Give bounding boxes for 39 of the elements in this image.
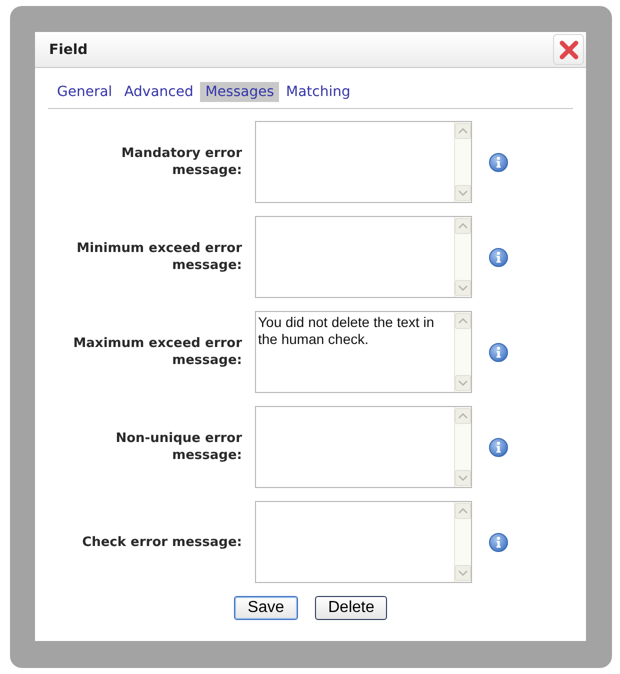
save-button[interactable]: Save (234, 596, 298, 620)
message-field[interactable] (255, 121, 472, 203)
scroll-down-icon[interactable] (455, 565, 471, 581)
scroll-down-icon[interactable] (455, 280, 471, 296)
info-icon[interactable] (489, 152, 508, 172)
info-icon[interactable] (489, 532, 508, 552)
close-icon (558, 40, 578, 60)
tab[interactable]: Advanced (119, 82, 198, 102)
close-button[interactable] (553, 34, 584, 65)
field-label: Mandatory error message: (120, 145, 242, 179)
tab[interactable]: Matching (281, 82, 356, 102)
message-field[interactable]: You did not delete the text in the human check. (255, 311, 472, 393)
scrollbar[interactable] (454, 407, 471, 487)
message-field[interactable] (255, 406, 472, 488)
scroll-up-icon[interactable] (455, 123, 471, 139)
message-field[interactable] (255, 501, 472, 583)
tab[interactable]: General (52, 82, 118, 102)
scroll-up-icon[interactable] (455, 408, 471, 424)
scroll-up-icon[interactable] (455, 503, 471, 519)
scroll-up-icon[interactable] (455, 218, 471, 234)
scrollbar[interactable] (454, 217, 471, 297)
field-label: Non-unique error message: (114, 430, 242, 464)
message-field[interactable] (255, 216, 472, 298)
info-icon[interactable] (489, 438, 508, 456)
tab[interactable]: Messages (200, 82, 279, 102)
field-label: Check error message: (81, 534, 242, 550)
field-label: Maximum exceed error message: (72, 335, 242, 369)
info-icon[interactable] (489, 248, 508, 266)
info-icon[interactable] (489, 342, 508, 362)
scroll-down-icon[interactable] (455, 470, 471, 486)
scroll-down-icon[interactable] (455, 185, 471, 201)
scroll-up-icon[interactable] (455, 313, 471, 329)
scroll-down-icon[interactable] (455, 375, 471, 391)
scrollbar[interactable] (454, 312, 471, 392)
field-label: Minimum exceed error message: (76, 240, 242, 274)
dialog-title: Field (49, 42, 88, 58)
scrollbar[interactable] (454, 502, 471, 582)
delete-button[interactable]: Delete (315, 596, 388, 620)
scrollbar[interactable] (454, 122, 471, 202)
